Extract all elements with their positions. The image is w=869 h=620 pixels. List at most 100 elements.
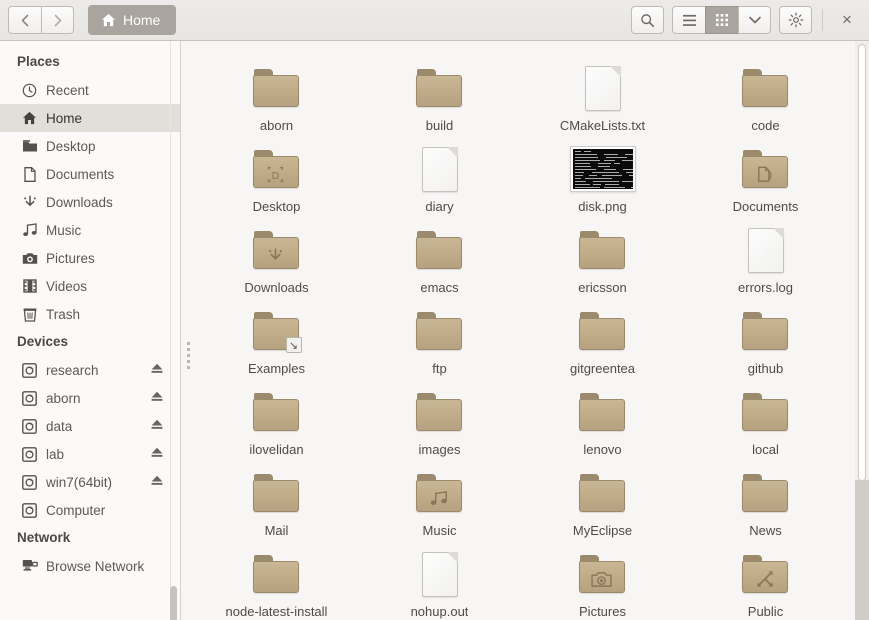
eject-button[interactable] (150, 391, 164, 406)
file-item[interactable]: Music (358, 460, 521, 541)
file-item[interactable]: CMakeLists.txt (521, 55, 684, 136)
file-item[interactable]: D Desktop (195, 136, 358, 217)
download-icon (21, 194, 38, 211)
sidebar-item-research[interactable]: research (0, 356, 180, 384)
file-item-label: images (418, 442, 461, 457)
sidebar-item-home[interactable]: Home (0, 104, 180, 132)
file-item[interactable]: Downloads (195, 217, 358, 298)
folder-icon (741, 550, 790, 598)
folder-icon: ↘ (252, 307, 302, 355)
sidebar-item-pictures[interactable]: Pictures (0, 244, 180, 272)
sidebar-item-computer[interactable]: Computer (0, 496, 180, 524)
file-item[interactable]: gitgreentea (521, 298, 684, 379)
sidebar-scrollbar-trough[interactable] (170, 41, 179, 620)
sidebar-item-desktop[interactable]: Desktop (0, 132, 180, 160)
file-item-label: Public (747, 604, 784, 619)
file-item-label: Pictures (579, 604, 626, 619)
file-item[interactable]: diary (358, 136, 521, 217)
file-item[interactable]: Public (684, 541, 847, 620)
eject-button[interactable] (150, 363, 164, 378)
file-view-scrollbar-lower-region[interactable] (855, 480, 869, 620)
sidebar-item-downloads[interactable]: Downloads (0, 188, 180, 216)
sidebar-item-music[interactable]: Music (0, 216, 180, 244)
file-item[interactable]: ftp (358, 298, 521, 379)
file-item[interactable]: ilovelidan (195, 379, 358, 460)
symlink-badge-icon: ↘ (285, 337, 302, 353)
header-bar: Home × (0, 0, 869, 41)
file-item[interactable]: emacs (358, 217, 521, 298)
file-item[interactable]: node-latest-install (195, 541, 358, 620)
eject-icon (151, 419, 163, 429)
file-item[interactable]: News (684, 460, 847, 541)
settings-button[interactable] (779, 6, 812, 34)
file-item-label: local (752, 442, 779, 457)
forward-button[interactable] (41, 6, 74, 34)
close-window-button[interactable]: × (833, 6, 861, 34)
file-item[interactable]: Mail (195, 460, 358, 541)
file-item[interactable]: build (358, 55, 521, 136)
sidebar-item-recent[interactable]: Recent (0, 76, 180, 104)
folder-icon (741, 64, 790, 112)
sidebar-item-videos[interactable]: Videos (0, 272, 180, 300)
file-item[interactable]: local (684, 379, 847, 460)
file-item[interactable]: code (684, 55, 847, 136)
folder-icon (415, 469, 464, 517)
file-item[interactable]: disk.png (521, 136, 684, 217)
pane-resize-handle[interactable] (186, 325, 191, 385)
file-item[interactable]: Documents (684, 136, 847, 217)
drive-icon (21, 390, 38, 407)
eject-icon (151, 475, 163, 485)
sidebar-item-label: Downloads (46, 194, 113, 210)
file-item[interactable]: MyEclipse (521, 460, 684, 541)
sidebar-scrollbar-thumb[interactable] (170, 586, 177, 620)
sidebar-item-data[interactable]: data (0, 412, 180, 440)
sidebar-scrollbar[interactable] (169, 43, 178, 620)
file-view-scrollbar-thumb[interactable] (858, 44, 866, 481)
file-item[interactable]: nohup.out (358, 541, 521, 620)
file-item[interactable]: ericsson (521, 217, 684, 298)
eject-button[interactable] (150, 475, 164, 490)
file-item-label: Music (422, 523, 457, 538)
grid-view-button[interactable] (705, 6, 738, 34)
svg-text:D: D (272, 170, 280, 181)
view-options-button[interactable] (738, 6, 771, 34)
sidebar-item-label: Recent (46, 82, 89, 98)
sidebar-item-lab[interactable]: lab (0, 440, 180, 468)
sidebar-item-win7-64bit[interactable]: win7(64bit) (0, 468, 180, 496)
home-icon (101, 13, 116, 27)
list-view-button[interactable] (672, 6, 705, 34)
folder-icon (415, 307, 464, 355)
file-item-label: Downloads (244, 280, 309, 295)
file-item[interactable]: Pictures (521, 541, 684, 620)
folder-emblem-doc (742, 160, 788, 188)
sidebar-item-label: lab (46, 446, 65, 462)
file-item[interactable]: github (684, 298, 847, 379)
file-item[interactable]: errors.log (684, 217, 847, 298)
breadcrumb-home-button[interactable]: Home (88, 5, 177, 35)
image-thumbnail (569, 145, 637, 193)
folder-icon (741, 307, 790, 355)
chevron-right-icon (54, 14, 62, 26)
file-item[interactable]: ↘ Examples (195, 298, 358, 379)
file-item[interactable]: lenovo (521, 379, 684, 460)
file-item-label: MyEclipse (572, 523, 633, 538)
sidebar-section-heading-places: Places (17, 54, 60, 69)
file-view-scrollbar[interactable] (855, 41, 869, 620)
file-view[interactable]: aborn build CMakeLists.txt code D Desktop diar… (181, 41, 869, 620)
sidebar-item-documents[interactable]: Documents (0, 160, 180, 188)
sidebar-item-browse-network[interactable]: Browse Network (0, 552, 180, 580)
eject-button[interactable] (150, 447, 164, 462)
file-item-label: github (747, 361, 784, 376)
sidebar-item-aborn[interactable]: aborn (0, 384, 180, 412)
file-item-label: Documents (732, 199, 799, 214)
file-item-label: News (749, 523, 782, 538)
back-button[interactable] (8, 6, 41, 34)
file-item[interactable]: images (358, 379, 521, 460)
eject-button[interactable] (150, 419, 164, 434)
music-note-icon (21, 222, 38, 239)
file-item-label: Desktop (252, 199, 301, 214)
sidebar-content: Places Recent Home Desktop Documents Download… (0, 48, 180, 580)
search-button[interactable] (631, 6, 664, 34)
sidebar-item-trash[interactable]: Trash (0, 300, 180, 328)
file-item[interactable]: aborn (195, 55, 358, 136)
